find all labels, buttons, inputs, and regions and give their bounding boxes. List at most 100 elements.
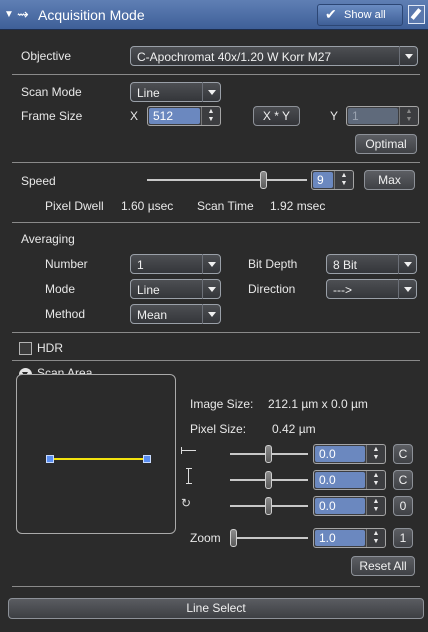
zoom-value[interactable]: 1.0 <box>315 530 365 546</box>
chevron-down-icon <box>202 254 220 274</box>
bit-depth-label: Bit Depth <box>248 257 298 271</box>
zoom-slider[interactable] <box>230 528 308 548</box>
max-speed-button[interactable]: Max <box>364 170 415 190</box>
reset-rotation-button[interactable]: 0 <box>393 496 413 516</box>
scan-line-end-handle[interactable] <box>143 455 151 463</box>
offset-x-slider[interactable] <box>230 444 308 464</box>
rotation-value[interactable]: 0.0 <box>315 498 365 514</box>
spin-arrows-icon[interactable]: ▲ ▼ <box>366 445 385 463</box>
frame-y-spinbox: 1 ▲ ▼ <box>346 106 419 126</box>
scan-mode-select[interactable]: Line <box>130 82 221 102</box>
swap-xy-button[interactable]: X * Y <box>253 106 300 126</box>
speed-slider-thumb[interactable] <box>260 171 267 189</box>
spin-arrows-icon[interactable]: ▲ ▼ <box>201 107 220 125</box>
hdr-label: HDR <box>37 341 63 355</box>
checkmark-icon: ✔ <box>325 6 337 22</box>
method-label: Method <box>45 307 86 321</box>
offset-y-value[interactable]: 0.0 <box>315 472 365 488</box>
scan-area-preview[interactable] <box>16 374 176 534</box>
optimal-button[interactable]: Optimal <box>355 134 417 154</box>
rotation-slider-thumb[interactable] <box>265 497 272 515</box>
spin-arrows-icon[interactable]: ▲ ▼ <box>334 171 353 189</box>
chevron-down-icon <box>398 254 416 274</box>
scan-line-start-handle[interactable] <box>46 455 54 463</box>
divider <box>12 74 420 75</box>
center-x-button[interactable]: C <box>393 444 413 464</box>
zoom-spinbox[interactable]: 1.0 ▲ ▼ <box>313 528 386 548</box>
offset-x-slider-thumb[interactable] <box>265 445 272 463</box>
method-select[interactable]: Mean <box>130 304 221 324</box>
spin-arrows-icon: ▲ ▼ <box>399 107 418 125</box>
number-value: 1 <box>137 258 144 272</box>
frame-x-label: X <box>130 109 139 123</box>
chevron-down-icon <box>202 304 220 324</box>
slider-track <box>230 537 308 539</box>
bit-depth-select[interactable]: 8 Bit <box>326 254 417 274</box>
panel-title: Acquisition Mode <box>38 7 145 23</box>
frame-x-value[interactable]: 512 <box>149 108 200 124</box>
spin-arrows-icon[interactable]: ▲ ▼ <box>366 529 385 547</box>
zoom-slider-thumb[interactable] <box>230 529 237 547</box>
pixel-size-label: Pixel Size: <box>190 422 247 436</box>
spin-arrows-icon[interactable]: ▲ ▼ <box>366 471 385 489</box>
rotation-spinbox[interactable]: 0.0 ▲ ▼ <box>313 496 386 516</box>
offset-y-slider[interactable] <box>230 470 308 490</box>
speed-slider[interactable] <box>147 170 307 190</box>
show-all-label: Show all <box>344 9 386 21</box>
scan-mode-value: Line <box>137 86 160 100</box>
spin-arrows-icon[interactable]: ▲ ▼ <box>366 497 385 515</box>
pixel-size-value: 0.42 µm <box>272 422 316 436</box>
offset-y-spinbox[interactable]: 0.0 ▲ ▼ <box>313 470 386 490</box>
hdr-checkbox[interactable] <box>19 342 32 355</box>
reset-zoom-button[interactable]: 1 <box>393 528 413 548</box>
image-size-value: 212.1 µm x 0.0 µm <box>268 397 368 411</box>
objective-label: Objective <box>21 49 72 63</box>
collapse-arrow-icon[interactable]: ▼ <box>4 9 16 21</box>
rotation-slider[interactable] <box>230 496 308 516</box>
scan-mode-label: Scan Mode <box>21 85 82 99</box>
number-select[interactable]: 1 <box>130 254 221 274</box>
averaging-label: Averaging <box>21 232 75 246</box>
mode-label: Mode <box>45 282 76 296</box>
pixel-dwell-label: Pixel Dwell <box>45 199 104 213</box>
direction-label: Direction <box>248 282 296 296</box>
offset-y-slider-thumb[interactable] <box>265 471 272 489</box>
method-value: Mean <box>137 308 168 322</box>
center-y-button[interactable]: C <box>393 470 413 490</box>
objective-select[interactable]: C-Apochromat 40x/1.20 W Korr M27 <box>130 46 418 66</box>
scan-time-value: 1.92 msec <box>270 199 326 213</box>
line-select-button[interactable]: Line Select <box>8 598 424 619</box>
zoom-label: Zoom <box>190 531 221 545</box>
divider <box>12 222 420 223</box>
frame-size-label: Frame Size <box>21 109 83 123</box>
frame-y-value: 1 <box>348 108 398 124</box>
mode-select[interactable]: Line <box>130 279 221 299</box>
scan-line[interactable] <box>51 458 147 460</box>
chevron-down-icon <box>202 279 220 299</box>
divider <box>12 332 420 333</box>
offset-x-spinbox[interactable]: 0.0 ▲ ▼ <box>313 444 386 464</box>
edit-icon[interactable] <box>408 5 425 24</box>
speed-value[interactable]: 9 <box>313 172 333 188</box>
horizontal-offset-icon <box>181 446 197 456</box>
speed-spinbox[interactable]: 9 ▲ ▼ <box>311 170 354 190</box>
divider <box>12 162 420 163</box>
divider <box>12 360 420 361</box>
speed-label: Speed <box>21 174 56 188</box>
number-label: Number <box>45 257 88 271</box>
divider <box>12 586 420 587</box>
frame-x-spinbox[interactable]: 512 ▲ ▼ <box>147 106 221 126</box>
acquisition-mode-icon: ⇝ <box>17 6 29 22</box>
show-all-button[interactable]: ✔ Show all <box>317 4 403 26</box>
image-size-label: Image Size: <box>190 397 254 411</box>
pixel-dwell-value: 1.60 µsec <box>121 199 174 213</box>
offset-x-value[interactable]: 0.0 <box>315 446 365 462</box>
vertical-offset-icon <box>186 468 192 484</box>
reset-all-button[interactable]: Reset All <box>351 556 415 576</box>
mode-value: Line <box>137 283 160 297</box>
slider-track <box>147 179 307 181</box>
chevron-down-icon <box>202 82 220 102</box>
objective-value: C-Apochromat 40x/1.20 W Korr M27 <box>137 50 332 64</box>
rotation-icon: ↻ <box>181 496 192 510</box>
direction-select[interactable]: ---> <box>326 279 417 299</box>
